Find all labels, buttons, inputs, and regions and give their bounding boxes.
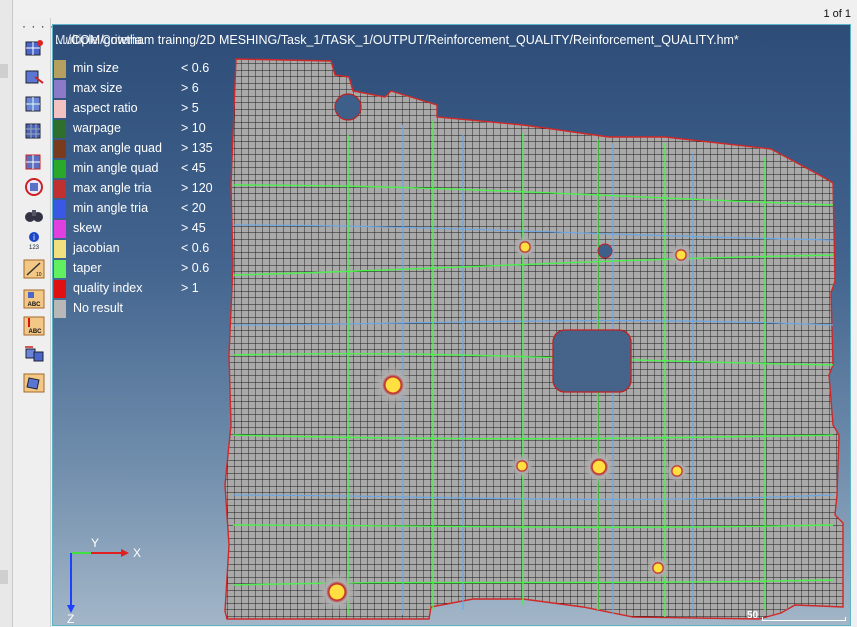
legend-label: max angle tria: [73, 181, 152, 195]
normals-icon[interactable]: [22, 66, 46, 88]
axis-label-y: Y: [91, 536, 99, 550]
legend-threshold: < 0.6: [181, 61, 210, 75]
bolt-hole: [513, 235, 537, 259]
measure-icon[interactable]: 10: [22, 258, 46, 280]
legend-label: No result: [73, 301, 124, 315]
rect-cutout: [552, 329, 632, 393]
legend-label: min angle tria: [73, 201, 149, 215]
legend-label: quality index: [73, 281, 143, 295]
legend-swatch: [54, 180, 66, 198]
legend-label: min size: [73, 61, 119, 75]
mesh-quality-icon[interactable]: [22, 120, 46, 142]
legend-swatch: [54, 80, 66, 98]
legend-threshold: > 45: [181, 221, 206, 235]
element-display-icon[interactable]: [22, 151, 46, 173]
svg-text:i: i: [33, 233, 35, 242]
scale-label: 50: [747, 610, 759, 621]
x-axis-arrow: [121, 549, 129, 557]
page-counter: 1 of 1: [823, 8, 851, 20]
legend-swatch: [54, 220, 66, 238]
orientation-icon[interactable]: [22, 372, 46, 394]
legend-label: min angle quad: [73, 161, 159, 175]
legend-threshold: > 135: [181, 141, 213, 155]
label-red-abc-icon[interactable]: ABC: [22, 315, 46, 337]
legend-label: aspect ratio: [73, 101, 138, 115]
bolt-hole: [646, 556, 670, 580]
legend-label: taper: [73, 261, 102, 275]
legend-label: skew: [73, 221, 102, 235]
svg-text:ABC: ABC: [29, 329, 43, 335]
bolt-hole: [665, 459, 689, 483]
bolt-hole: [582, 450, 616, 484]
mesh-transform-icon[interactable]: [22, 343, 46, 365]
legend-swatch: [54, 300, 66, 318]
element-check-icon[interactable]: [22, 38, 46, 60]
legend-swatch: [54, 280, 66, 298]
axis-label-x: X: [133, 546, 141, 560]
bolt-hole: [510, 454, 534, 478]
model-title: Multiple Criteria …/COM/gowtham trainng/…: [55, 33, 739, 47]
scale-bar: [762, 617, 846, 621]
legend-threshold: > 6: [181, 81, 199, 95]
legend-swatch: [54, 100, 66, 118]
legend-label: max size: [73, 81, 123, 95]
legend-swatch: [54, 60, 66, 78]
legend-swatch: [54, 240, 66, 258]
axis-triad: X Y Z: [67, 536, 141, 623]
panel-grip[interactable]: [0, 64, 8, 78]
legend-label: jacobian: [73, 241, 120, 255]
legend-swatch: [54, 140, 66, 158]
legend-swatch: [54, 160, 66, 178]
bolt-hole: [317, 572, 357, 612]
legend-threshold: < 20: [181, 201, 206, 215]
legend-label: max angle quad: [73, 141, 162, 155]
circle-select-icon[interactable]: [22, 176, 46, 198]
svg-text:10: 10: [36, 272, 42, 278]
mesh-body: [224, 58, 844, 620]
bolt-hole: [669, 243, 693, 267]
legend-swatch: [54, 200, 66, 218]
binoculars-icon[interactable]: [22, 204, 46, 226]
legend-threshold: > 120: [181, 181, 213, 195]
bolt-hole: [373, 365, 413, 405]
label-abc-icon[interactable]: ABC: [22, 288, 46, 310]
panel-grip[interactable]: [0, 570, 8, 584]
legend-threshold: > 10: [181, 121, 206, 135]
legend-swatch: [54, 260, 66, 278]
mesh-canvas[interactable]: [53, 25, 850, 625]
legend-threshold: < 0.6: [181, 241, 210, 255]
graphics-viewport[interactable]: Multiple Criteria …/COM/gowtham trainng/…: [52, 24, 851, 626]
legend-label: warpage: [73, 121, 121, 135]
toolbar-grip[interactable]: · · · ·: [22, 19, 55, 33]
svg-text:ABC: ABC: [28, 302, 42, 308]
open-hole: [334, 93, 362, 121]
legend-threshold: > 0.6: [181, 261, 210, 275]
legend-threshold: > 5: [181, 101, 199, 115]
model-file-path: …/COM/gowtham trainng/2D MESHING/Task_1/…: [55, 33, 739, 47]
legend-threshold: > 1: [181, 281, 199, 295]
legend-swatch: [54, 120, 66, 138]
axis-label-z: Z: [67, 612, 74, 623]
open-hole: [597, 243, 613, 259]
edges-icon[interactable]: [22, 93, 46, 115]
svg-text:123: 123: [29, 245, 40, 250]
legend-threshold: < 45: [181, 161, 206, 175]
info-icon[interactable]: i 123: [22, 229, 46, 251]
left-panel-edge[interactable]: [0, 0, 13, 627]
